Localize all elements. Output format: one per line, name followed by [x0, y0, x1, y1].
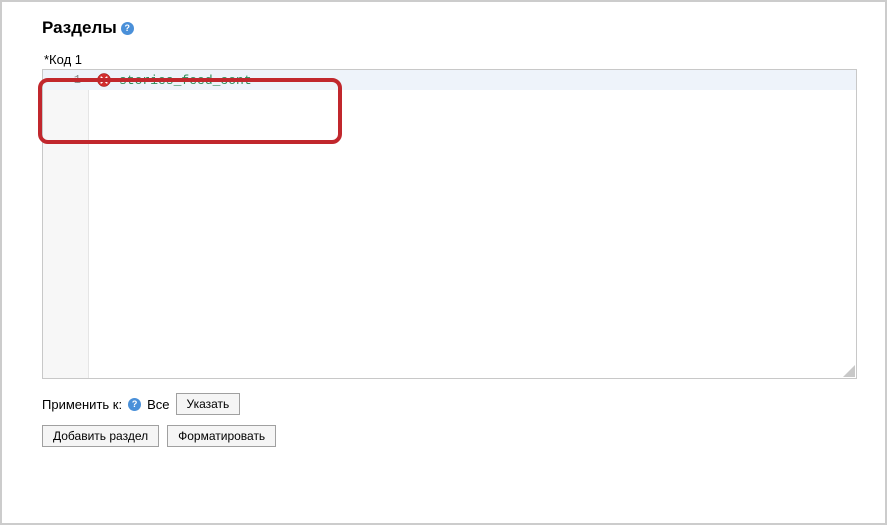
editor-gutter	[43, 70, 89, 378]
resize-handle[interactable]	[843, 365, 855, 377]
line-number: 1	[43, 73, 89, 87]
panel: Разделы ? *Код 1 1 stories_feed_cont При…	[0, 0, 887, 525]
section-heading: Разделы ?	[42, 18, 869, 38]
code-label: *Код 1	[42, 52, 857, 67]
help-icon[interactable]: ?	[128, 398, 141, 411]
specify-button[interactable]: Указать	[176, 393, 241, 415]
button-row: Добавить раздел Форматировать	[42, 425, 857, 447]
code-editor[interactable]: 1 stories_feed_cont	[42, 69, 857, 379]
code-area: *Код 1 1 stories_feed_cont	[42, 52, 857, 379]
heading-text: Разделы	[42, 18, 117, 38]
apply-all-text: Все	[147, 397, 169, 412]
format-button[interactable]: Форматировать	[167, 425, 276, 447]
add-section-button[interactable]: Добавить раздел	[42, 425, 159, 447]
code-line-1[interactable]: 1 stories_feed_cont	[43, 70, 856, 90]
error-icon[interactable]	[97, 73, 111, 87]
controls: Применить к: ? Все Указать Добавить разд…	[42, 393, 857, 447]
apply-label: Применить к:	[42, 397, 122, 412]
apply-row: Применить к: ? Все Указать	[42, 393, 857, 415]
code-text: stories_feed_cont	[119, 73, 252, 88]
help-icon[interactable]: ?	[121, 22, 134, 35]
